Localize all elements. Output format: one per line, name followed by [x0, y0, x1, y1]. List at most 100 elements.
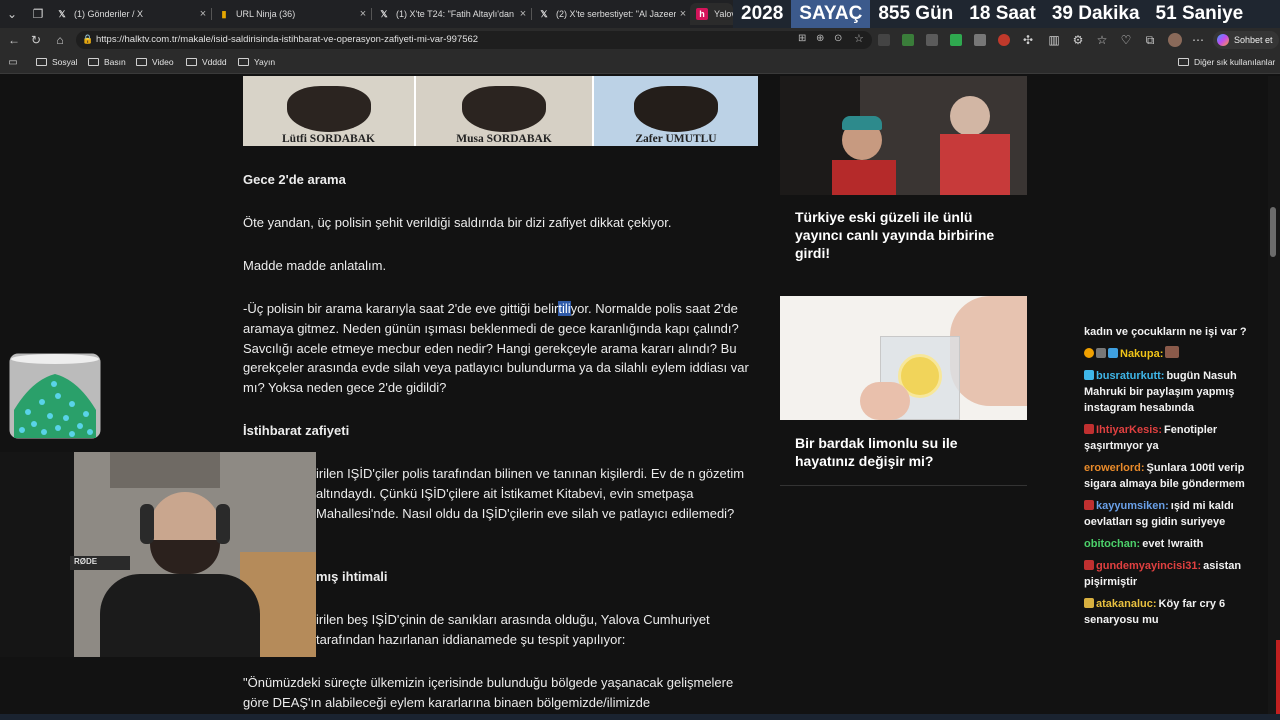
- article-paragraph: Madde madde anlatalım.: [243, 258, 387, 273]
- favorite-star-icon[interactable]: ☆: [854, 32, 864, 45]
- bookmark-label: Vdddd: [202, 57, 227, 67]
- close-tab-icon[interactable]: ×: [676, 8, 690, 20]
- beard-shape: [286, 86, 371, 132]
- suspect-photo: Musa SORDABAK: [416, 76, 592, 146]
- scrollbar-thumb[interactable]: [1270, 207, 1276, 257]
- extension-icon[interactable]: [998, 34, 1010, 46]
- news-card-title[interactable]: Bir bardak limonlu su ile hayatınız deği…: [795, 434, 1010, 470]
- read-aloud-icon[interactable]: ⊙: [834, 33, 842, 44]
- chat-message: atakanaluc: Köy far cry 6 senaryosu mu: [1084, 596, 1260, 628]
- browser-essentials-icon[interactable]: ♡: [1118, 32, 1134, 48]
- section-heading: mış ihtimali: [316, 569, 388, 584]
- face-shape: [950, 296, 1027, 406]
- bookmark-label: Video: [152, 57, 174, 67]
- extension-icon[interactable]: [926, 34, 938, 46]
- tab-gonderiler[interactable]: 𝕏 (1) Gönderiler / X ×: [50, 3, 210, 25]
- chat-message: kadın ve çocukların ne işi var ?: [1084, 324, 1260, 340]
- jar-widget: [9, 353, 101, 439]
- chat-message: gundemyayincisi31: asistan pişirmiştir: [1084, 558, 1260, 590]
- other-bookmarks-folder[interactable]: Diğer sık kullanılanlar: [1178, 57, 1275, 67]
- refresh-icon[interactable]: ↻: [28, 32, 44, 48]
- tab-t24[interactable]: 𝕏 (1) X'te T24: "Fatih Altaylı'dan hab ×: [372, 3, 530, 25]
- split-screen-icon[interactable]: ▥: [1046, 32, 1062, 48]
- divider: [780, 485, 1027, 486]
- folder-icon: [186, 58, 197, 66]
- bookmark-label: Yayın: [254, 57, 276, 67]
- chat-username[interactable]: kayyumsiken:: [1096, 500, 1169, 512]
- article-paragraph: irilen IŞİD'çiler polis tarafından bilin…: [316, 466, 745, 521]
- article-paragraph: irilen beş IŞİD'çinin de sanıkları arası…: [316, 612, 710, 647]
- tab-title: (1) Gönderiler / X: [74, 9, 144, 19]
- chat-username[interactable]: gundemyayincisi31:: [1096, 560, 1201, 572]
- extensions-puzzle-icon[interactable]: ✣: [1020, 32, 1036, 48]
- chat-message: Nakupa:: [1084, 346, 1260, 362]
- collections-icon[interactable]: ⧉: [1142, 32, 1158, 48]
- address-bar[interactable]: 🔒 https://halktv.com.tr/makale/isid-sald…: [76, 31, 872, 49]
- edge-accent: [1276, 640, 1280, 714]
- article-quote: "Önümüzdeki süreçte ülkemizin içerisinde…: [243, 675, 734, 710]
- tab-strip: ⌄ ❐ 𝕏 (1) Gönderiler / X × ▮ URL Ninja (…: [0, 0, 1280, 28]
- bottom-bar: [0, 714, 1280, 720]
- zoom-icon[interactable]: ⊕: [816, 33, 824, 44]
- profile-avatar[interactable]: [1168, 33, 1182, 47]
- suspects-photo-strip: Lütfi SORDABAK Musa SORDABAK Zafer UMUTL…: [243, 76, 758, 146]
- close-tab-icon[interactable]: ×: [196, 8, 210, 20]
- bookmark-folder-sosyal[interactable]: Sosyal: [36, 57, 78, 67]
- bookmark-folder-video[interactable]: Video: [136, 57, 174, 67]
- counter-days: 855 Gün: [878, 3, 954, 24]
- tab-serbestiyet[interactable]: 𝕏 (2) X'te serbestiyet: "Al Jazeera se ×: [532, 3, 690, 25]
- chat-username[interactable]: atakanaluc:: [1096, 598, 1157, 610]
- chat-message: obitochan: evet !wraith: [1084, 536, 1260, 552]
- chat-username[interactable]: Nakupa:: [1120, 348, 1163, 360]
- chat-username[interactable]: obitochan:: [1084, 538, 1140, 550]
- badge-icon: [1084, 500, 1094, 510]
- home-icon[interactable]: ⌂: [52, 32, 68, 48]
- close-tab-icon[interactable]: ×: [516, 8, 530, 20]
- paragraph-text: -Üç polisin bir arama kararıyla saat 2'd…: [243, 301, 559, 316]
- x-logo-icon: 𝕏: [540, 8, 548, 19]
- settings-gear-icon[interactable]: ⚙: [1070, 32, 1086, 48]
- back-icon[interactable]: ←: [6, 32, 22, 48]
- chat-username[interactable]: busraturkutt:: [1096, 370, 1164, 382]
- chat-username[interactable]: IhtiyarKesis:: [1096, 424, 1162, 436]
- workspaces-icon[interactable]: ❐: [30, 6, 46, 22]
- tab-list-chevron-icon[interactable]: ⌄: [4, 6, 20, 22]
- tab-yalova-active[interactable]: h Yalova: [690, 3, 733, 25]
- app-available-icon[interactable]: ⊞: [798, 33, 806, 44]
- copilot-chat-button[interactable]: Sohbet et: [1213, 31, 1279, 49]
- url-text[interactable]: https://halktv.com.tr/makale/isid-saldir…: [96, 34, 478, 45]
- tab-title: URL Ninja (36): [236, 9, 296, 19]
- photo-caption: Lütfi SORDABAK: [282, 133, 375, 145]
- news-card-image[interactable]: [780, 296, 1027, 420]
- extension-icon[interactable]: [950, 34, 962, 46]
- bookmark-folder-basin[interactable]: Basın: [88, 57, 126, 67]
- chat-username[interactable]: erowerlord:: [1084, 462, 1145, 474]
- tab-title: Yalova: [714, 9, 733, 19]
- folder-icon: [238, 58, 249, 66]
- page-scrollbar[interactable]: [1268, 76, 1280, 720]
- bookmark-label: Diğer sık kullanılanlar: [1194, 57, 1276, 67]
- favorites-icon[interactable]: ☆: [1094, 32, 1110, 48]
- news-card-title[interactable]: Türkiye eski güzeli ile ünlü yayıncı can…: [795, 208, 1010, 262]
- folder-icon: [1178, 58, 1189, 66]
- chat-message: kayyumsiken: ışid mi kaldı oevlatları sg …: [1084, 498, 1260, 530]
- bookmark-folder-vdddd[interactable]: Vdddd: [186, 57, 227, 67]
- folder-icon: [136, 58, 147, 66]
- person-head-shape: [950, 96, 990, 136]
- extension-icon[interactable]: [974, 34, 986, 46]
- microphone-brand: RØDE: [74, 557, 98, 566]
- reading-list-icon[interactable]: ▭: [5, 55, 21, 71]
- counter-hours: 18 Saat: [969, 3, 1036, 24]
- extension-icon[interactable]: [878, 34, 890, 46]
- counter-year: 2028: [741, 3, 784, 24]
- more-menu-icon[interactable]: ⋯: [1190, 32, 1206, 48]
- badge-icon: [1108, 348, 1118, 358]
- extension-icon[interactable]: [902, 34, 914, 46]
- section-heading: Gece 2'de arama: [243, 172, 346, 187]
- tab-url-ninja[interactable]: ▮ URL Ninja (36) ×: [212, 3, 370, 25]
- news-card-image[interactable]: [780, 76, 1027, 195]
- bookmark-folder-yayin[interactable]: Yayın: [238, 57, 275, 67]
- folder-icon: [88, 58, 99, 66]
- close-tab-icon[interactable]: ×: [356, 8, 370, 20]
- article-paragraph: Öte yandan, üç polisin şehit verildiği s…: [243, 215, 672, 230]
